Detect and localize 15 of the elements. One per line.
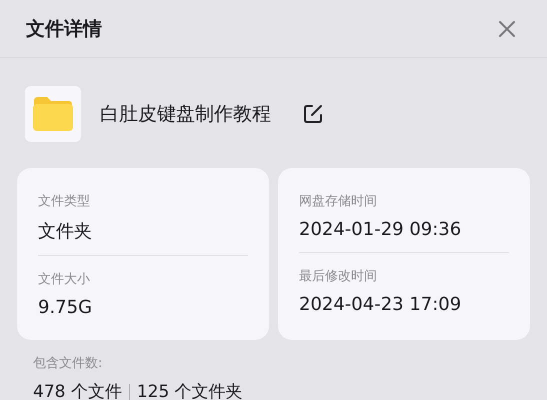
field-label: 文件大小	[38, 271, 91, 288]
file-count-label: 包含文件数:	[33, 355, 104, 372]
file-count: 478 个文件	[33, 381, 122, 400]
dialog-title: 文件详情	[26, 16, 102, 42]
file-count: 125 个文件夹	[136, 381, 243, 400]
edit-icon[interactable]	[302, 103, 324, 125]
folder-icon	[25, 86, 81, 142]
field-label: 文件类型	[38, 193, 91, 210]
field-value: 2024-01-29 09:36	[299, 219, 462, 240]
file-name: 白肚皮键盘制作教程	[100, 102, 271, 127]
field-label: 最后修改时间	[299, 268, 378, 285]
field-label: 网盘存储时间	[299, 193, 378, 210]
field-value: 2024-04-23 17:09	[299, 294, 462, 315]
field-value: 9.75G	[38, 297, 94, 318]
field-value: 文件夹	[38, 220, 93, 243]
